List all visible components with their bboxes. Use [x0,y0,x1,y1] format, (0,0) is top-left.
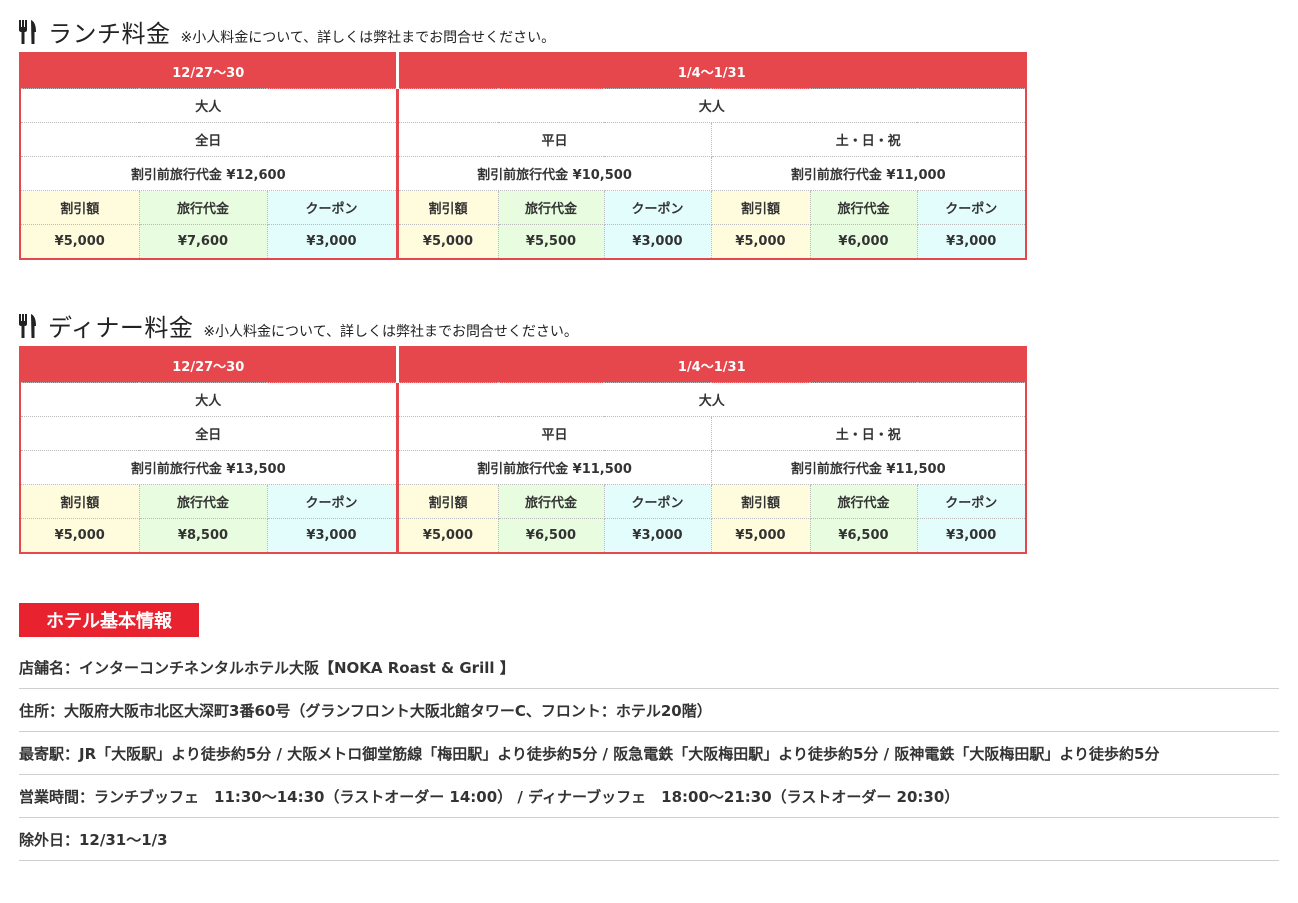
day-type-label: 平日 [395,416,712,451]
info-nearest-station: 最寄駅：JR「大阪駅」より徒歩約5分 / 大阪メトロ御堂筋線「梅田駅」より徒歩約… [19,732,1279,775]
base-price: 割引前旅行代金 ¥13,500 [19,450,398,485]
col-travel: 旅行代金 [497,484,605,519]
dinner-title: ディナー料金 [48,314,194,342]
col-travel: 旅行代金 [138,484,268,519]
fork-knife-icon [18,313,40,338]
value-travel: ¥5,500 [497,224,605,260]
col-coupon: クーポン [266,190,398,225]
value-discount: ¥5,000 [19,518,140,554]
base-price: 割引前旅行代金 ¥11,500 [710,450,1027,485]
fork-knife-icon [18,19,40,44]
base-price: 割引前旅行代金 ¥11,000 [710,156,1027,191]
lunch-note: ※小人料金について、詳しくは弊社までお問合せください。 [180,30,556,46]
adult-label: 大人 [19,382,398,417]
info-excluded-dates: 除外日：12/31〜1/3 [19,818,1279,861]
col-travel: 旅行代金 [138,190,268,225]
value-discount: ¥5,000 [395,518,499,554]
adult-label: 大人 [19,88,398,123]
period-header: 1/4〜1/31 [395,53,1027,89]
day-type-label: 土・日・祝 [710,416,1027,451]
dinner-note: ※小人料金について、詳しくは弊社までお問合せください。 [203,324,578,340]
col-travel: 旅行代金 [809,484,918,519]
hotel-info-badge: ホテル基本情報 [19,603,199,637]
col-discount: 割引額 [710,190,811,225]
col-discount: 割引額 [19,190,140,225]
col-coupon: クーポン [603,484,712,519]
base-price: 割引前旅行代金 ¥12,600 [19,156,398,191]
adult-label: 大人 [395,382,1027,417]
col-coupon: クーポン [603,190,712,225]
value-travel: ¥6,000 [809,224,918,260]
value-coupon: ¥3,000 [266,518,398,554]
info-address: 住所：大阪府大阪市北区大深町3番60号（グランフロント大阪北館タワーC、フロント… [19,689,1279,732]
lunch-section-heading: ランチ料金 ※小人料金について、詳しくは弊社までお問合せください。 [18,14,555,49]
info-hours: 営業時間：ランチブッフェ 11:30〜14:30（ラストオーダー 14:00） … [19,775,1279,818]
col-discount: 割引額 [395,190,499,225]
info-shop-name: 店舗名：インターコンチネンタルホテル大阪【NOKA Roast & Grill … [19,646,1279,689]
day-type-label: 平日 [395,122,712,157]
day-type-label: 土・日・祝 [710,122,1027,157]
dinner-section-heading: ディナー料金 ※小人料金について、詳しくは弊社までお問合せください。 [18,308,578,343]
col-coupon: クーポン [916,484,1027,519]
value-discount: ¥5,000 [710,224,811,260]
value-coupon: ¥3,000 [916,224,1027,260]
col-discount: 割引額 [395,484,499,519]
value-travel: ¥6,500 [809,518,918,554]
col-travel: 旅行代金 [809,190,918,225]
value-travel: ¥7,600 [138,224,268,260]
value-coupon: ¥3,000 [603,518,712,554]
base-price: 割引前旅行代金 ¥10,500 [395,156,712,191]
col-coupon: クーポン [266,484,398,519]
lunch-title: ランチ料金 [48,20,171,48]
period-header: 12/27〜30 [20,347,397,383]
col-coupon: クーポン [916,190,1027,225]
adult-label: 大人 [395,88,1027,123]
col-discount: 割引額 [19,484,140,519]
col-discount: 割引額 [710,484,811,519]
value-discount: ¥5,000 [19,224,140,260]
value-travel: ¥6,500 [497,518,605,554]
value-coupon: ¥3,000 [603,224,712,260]
value-discount: ¥5,000 [710,518,811,554]
period-header: 12/27〜30 [20,53,397,89]
value-discount: ¥5,000 [395,224,499,260]
dinner-price-table: 12/27〜30 1/4〜1/31 大人 大人 全日 平日 土・日・祝 割引前旅… [19,346,1028,554]
period-header: 1/4〜1/31 [395,347,1027,383]
value-coupon: ¥3,000 [266,224,398,260]
col-travel: 旅行代金 [497,190,605,225]
day-type-label: 全日 [19,122,398,157]
value-travel: ¥8,500 [138,518,268,554]
day-type-label: 全日 [19,416,398,451]
hotel-info-list: 店舗名：インターコンチネンタルホテル大阪【NOKA Roast & Grill … [19,646,1279,861]
value-coupon: ¥3,000 [916,518,1027,554]
base-price: 割引前旅行代金 ¥11,500 [395,450,712,485]
lunch-price-table: 12/27〜30 1/4〜1/31 大人 大人 全日 平日 土・日・祝 割引前旅… [19,52,1028,260]
